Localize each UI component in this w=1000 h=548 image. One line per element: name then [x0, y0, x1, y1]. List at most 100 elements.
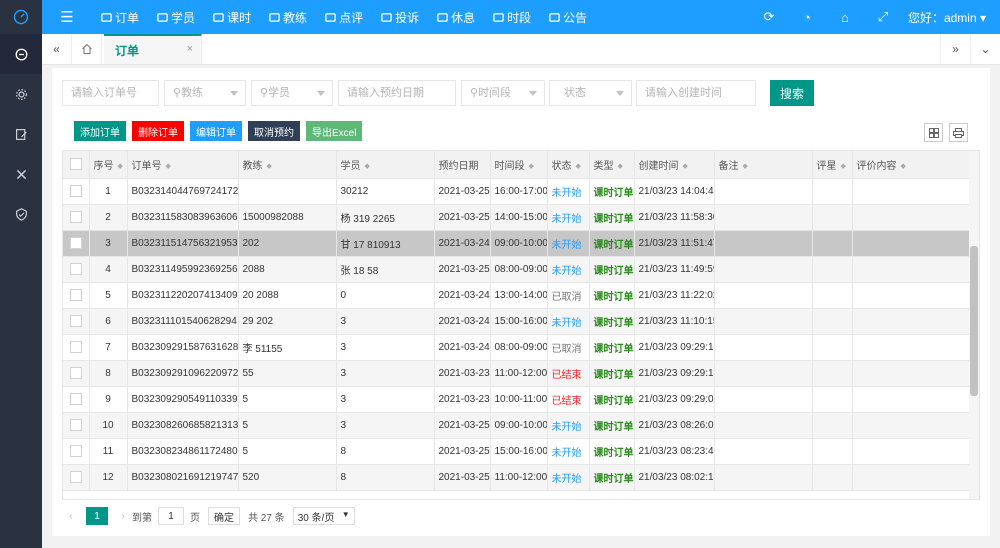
cell-order-no: B032311583083963606 8 [127, 204, 239, 231]
cell-status: 已取消 [547, 334, 590, 361]
print-icon[interactable] [949, 123, 968, 142]
row-checkbox[interactable] [63, 412, 90, 439]
chevron-down-icon [317, 91, 325, 96]
goto-page-input[interactable]: 1 [158, 507, 184, 525]
col-header[interactable]: 教练 ◆ [238, 151, 337, 179]
current-page[interactable]: 1 [86, 507, 108, 525]
sidebar-tools-icon[interactable] [0, 154, 42, 194]
topnav-item[interactable]: 课时 [204, 0, 260, 34]
edit-icon [213, 12, 224, 23]
search-button[interactable]: 搜索 [770, 80, 814, 106]
status-select[interactable]: 状态 [549, 80, 632, 106]
edit-order-button[interactable]: 编辑订单 [190, 121, 242, 141]
table-row[interactable]: 9 B032309290549110339 7 5 3 2021-03-23 10:00-… [63, 386, 972, 413]
user-menu[interactable]: 您好：admin ▾ [902, 9, 1000, 26]
cell-index: 1 [89, 178, 128, 205]
topnav-item[interactable]: 投诉 [372, 0, 428, 34]
cell-coach: 李 51155 [238, 334, 337, 361]
col-header[interactable]: 类型 ◆ [589, 151, 635, 179]
row-checkbox[interactable] [63, 204, 90, 231]
timeslot-select[interactable]: ⚲时间段 [461, 80, 545, 106]
col-header[interactable]: 备注 ◆ [714, 151, 813, 179]
table-row[interactable]: 1 B032314044769724172 5 30212 2021-03-25 16:… [63, 178, 972, 205]
scrollbar-thumb[interactable] [970, 246, 978, 396]
next-page-icon[interactable]: › [114, 511, 132, 522]
tab-bar: « 订单 × » ⌄ [42, 34, 1000, 65]
col-header[interactable]: 创建时间 ◆ [634, 151, 715, 179]
add-order-button[interactable]: 添加订单 [74, 121, 126, 141]
table-row[interactable]: 3 B032311514756321953 6 202 甘 17 810913 2021… [63, 230, 972, 257]
col-header[interactable]: 评星 ◆ [812, 151, 853, 179]
table-row[interactable]: 10 B032308260685821313 4 5 3 2021-03-25 09:00… [63, 412, 972, 439]
table-row[interactable]: 8 B032309291096220972 4 55 3 2021-03-23 11:00… [63, 360, 972, 387]
col-header[interactable]: 评价内容 ◆ [852, 151, 972, 179]
cell-type: 课时订单 [589, 334, 635, 361]
table-scrollbar[interactable] [969, 151, 979, 499]
sidebar-edit-icon[interactable] [0, 114, 42, 154]
sidebar-shield-icon[interactable] [0, 194, 42, 234]
col-header[interactable]: 序号 ◆ [89, 151, 128, 179]
tab-menu-icon[interactable]: ⌄ [970, 34, 1000, 64]
prev-page-icon[interactable]: ‹ [62, 511, 80, 522]
topnav-item[interactable]: 公告 [540, 0, 596, 34]
tab-scroll-right-icon[interactable]: » [940, 34, 970, 64]
topnav-item[interactable]: 时段 [484, 0, 540, 34]
cell-timeslot: 15:00-16:00 [490, 308, 548, 335]
fullscreen-icon[interactable]: ⤢ [864, 9, 902, 25]
row-checkbox[interactable] [63, 230, 90, 257]
col-header[interactable]: 订单号 ◆ [127, 151, 239, 179]
home-icon[interactable] [72, 34, 102, 64]
cell-date: 2021-03-24 [434, 334, 491, 361]
refresh-icon[interactable]: ⟳ [750, 9, 788, 25]
tab-close-icon[interactable]: × [187, 43, 193, 55]
row-checkbox[interactable] [63, 308, 90, 335]
cell-type-text: 课时订单 [593, 291, 634, 303]
export-excel-button[interactable]: 导出Excel [306, 121, 363, 141]
columns-filter-icon[interactable] [924, 123, 943, 142]
order-no-input[interactable]: 请输入订单号 [62, 80, 159, 106]
table-row[interactable]: 2 B032311583083963606 8 15000982088 杨 319 2… [63, 204, 972, 231]
col-header[interactable]: 学员 ◆ [336, 151, 435, 179]
topnav-item[interactable]: 休息 [428, 0, 484, 34]
sidebar-dashboard-icon[interactable] [0, 34, 42, 74]
cell-type: 课时订单 [589, 178, 635, 205]
row-checkbox[interactable] [63, 386, 90, 413]
row-checkbox[interactable] [63, 360, 90, 387]
row-checkbox[interactable] [63, 438, 90, 465]
date-input[interactable]: 请输入预约日期 [338, 80, 456, 106]
tag-icon[interactable]: ⌂ [826, 10, 864, 25]
topnav-item[interactable]: 点评 [316, 0, 372, 34]
table-row[interactable]: 5 B032311220207413409 5 20 2088 0 2021-03-24… [63, 282, 972, 309]
row-checkbox[interactable] [63, 334, 90, 361]
table-row[interactable]: 4 B032311495992369256 0 2088 张 18 58 2021-03… [63, 256, 972, 283]
col-header[interactable]: 状态 ◆ [547, 151, 590, 179]
delete-order-button[interactable]: 删除订单 [132, 121, 184, 141]
topnav-item[interactable]: 订单 [92, 0, 148, 34]
row-checkbox[interactable] [63, 256, 90, 283]
select-all-checkbox[interactable] [63, 151, 90, 179]
coach-select[interactable]: ⚲教练 [164, 80, 246, 106]
tab-orders[interactable]: 订单 × [104, 34, 202, 64]
cell-coach-text: 55 [242, 367, 254, 379]
sidebar-settings-icon[interactable] [0, 74, 42, 114]
row-checkbox[interactable] [63, 282, 90, 309]
topnav-item[interactable]: 教练 [260, 0, 316, 34]
tab-scroll-left-icon[interactable]: « [42, 34, 72, 64]
student-select[interactable]: ⚲学员 [251, 80, 333, 106]
row-checkbox[interactable] [63, 178, 90, 205]
table-row[interactable]: 11 B032308234861172480 8 5 8 2021-03-25 15:00… [63, 438, 972, 465]
topnav-item[interactable]: 学员 [148, 0, 204, 34]
cancel-booking-button[interactable]: 取消预约 [248, 121, 300, 141]
theme-icon[interactable]: ◔ [788, 10, 826, 25]
col-header[interactable]: 时间段 ◆ [490, 151, 548, 179]
table-row[interactable]: 12 B032308021691219747 4 520 8 2021-03-25 11:… [63, 464, 972, 491]
dashboard-logo-icon[interactable] [0, 0, 42, 34]
row-checkbox[interactable] [63, 464, 90, 491]
cell-created: 21/03/23 14:04:47 [634, 178, 715, 205]
table-row[interactable]: 6 B032311101540628294 2 29 202 3 2021-03-24 1… [63, 308, 972, 335]
page-size-select[interactable]: 30 条/页 ▼ [292, 507, 355, 525]
table-row[interactable]: 7 B032309291587631628 5 李 51155 3 2021-03-24… [63, 334, 972, 361]
menu-toggle-icon[interactable]: ☰ [42, 8, 92, 26]
created-input[interactable]: 请输入创建时间 [636, 80, 756, 106]
goto-confirm-button[interactable]: 确定 [208, 507, 240, 525]
